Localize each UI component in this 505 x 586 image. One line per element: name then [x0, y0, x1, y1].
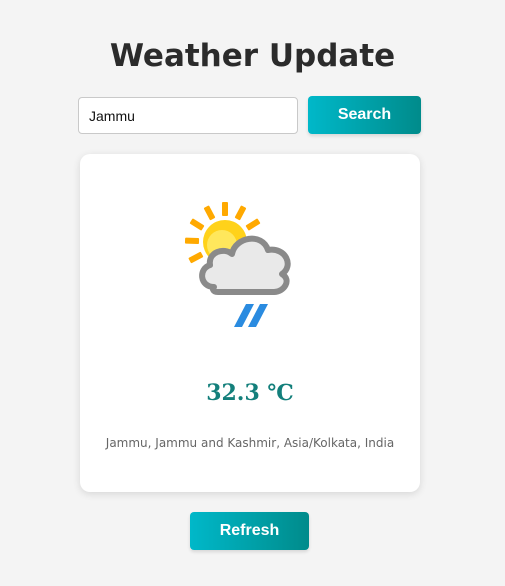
partly-cloudy-rain-icon	[184, 202, 291, 327]
weather-card: 32.3 ℃ Jammu, Jammu and Kashmir, Asia/Ko…	[80, 154, 420, 492]
page-title: Weather Update	[109, 38, 396, 74]
refresh-button[interactable]: Refresh	[190, 512, 309, 550]
location-text: Jammu, Jammu and Kashmir, Asia/Kolkata, …	[105, 436, 395, 450]
weather-page: Weather Update Search 32.3 ℃ Jammu, Jamm…	[0, 0, 505, 586]
search-button[interactable]: Search	[308, 96, 421, 134]
city-search-input[interactable]	[78, 97, 298, 134]
temperature-value: 32.3 ℃	[206, 380, 294, 406]
